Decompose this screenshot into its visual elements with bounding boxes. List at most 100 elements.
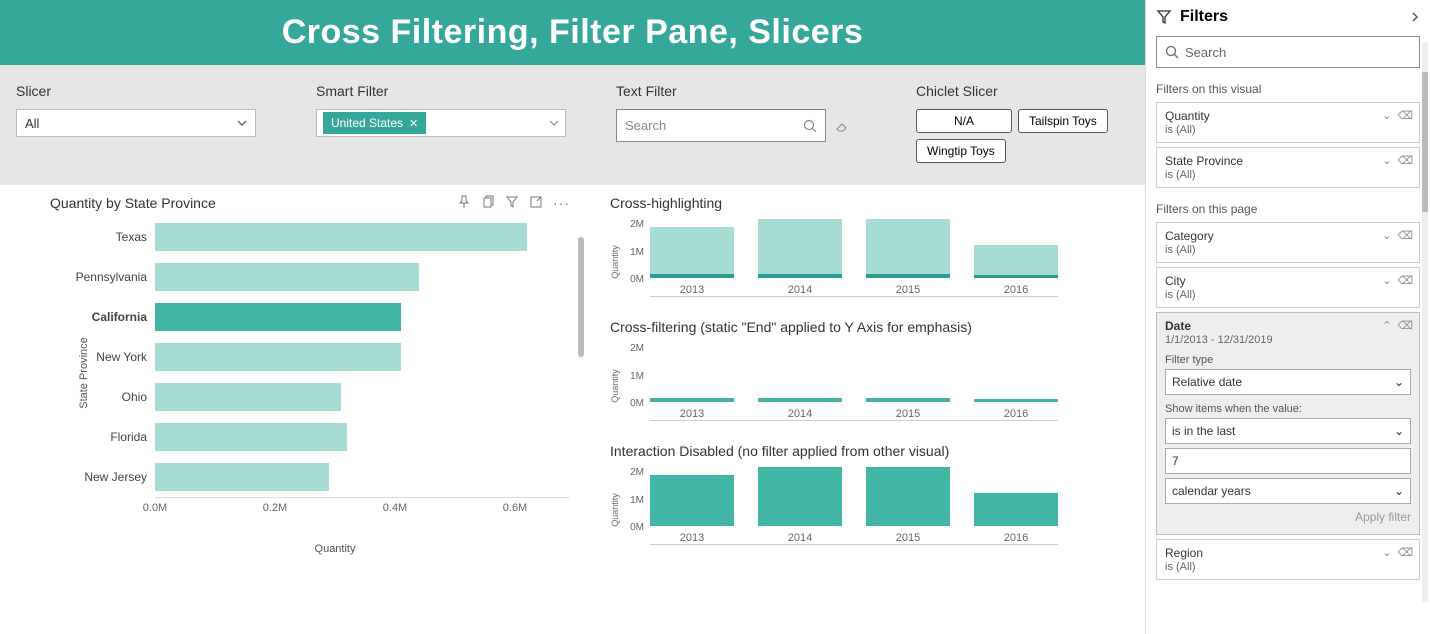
page-title: Cross Filtering, Filter Pane, Slicers [282,13,864,52]
filters-pane: Filters Search Filters on this visual Qu… [1145,0,1430,634]
bar-label: Florida [50,430,155,444]
bar[interactable] [155,303,401,331]
interaction-disabled-chart[interactable]: Interaction Disabled (no filter applied … [610,443,1120,545]
bar-label: 2016 [1004,284,1028,296]
bar-label: New York [50,350,155,364]
remove-tag-icon[interactable]: ✕ [409,117,418,130]
expand-icon[interactable]: ⌄ [1382,109,1391,122]
filter-card-city[interactable]: City is (All) ⌄⌫ [1156,267,1420,308]
pin-icon[interactable] [457,195,471,211]
chiclet-wingtip[interactable]: Wingtip Toys [916,139,1006,163]
chiclet-na[interactable]: N/A [916,109,1012,133]
relative-unit-select[interactable]: calendar years⌄ [1165,478,1411,504]
filter-card-quantity[interactable]: Quantity is (All) ⌄⌫ [1156,102,1420,143]
expand-icon[interactable]: ⌄ [1382,274,1391,287]
bar-label: 2015 [896,532,920,544]
bar-label: 2014 [788,532,812,544]
clear-icon[interactable]: ⌫ [1397,109,1413,122]
chevron-down-icon [237,118,247,128]
cross-highlight-chart[interactable]: Cross-highlighting Quantity2M1M0M2013201… [610,195,1120,297]
bar[interactable] [155,463,329,491]
filter-card-state[interactable]: State Province is (All) ⌄⌫ [1156,147,1420,188]
filters-header: Filters [1156,8,1420,26]
bar[interactable] [974,399,1058,402]
bar-label: New Jersey [50,470,155,484]
clear-icon[interactable]: ⌫ [1397,229,1413,242]
filters-search[interactable]: Search [1156,36,1420,68]
filter-type-select[interactable]: Relative date⌄ [1165,369,1411,395]
bar[interactable] [758,467,842,526]
visual-toolbar: ··· [457,195,570,211]
bar-label: Texas [50,230,155,244]
copy-icon[interactable] [481,195,495,211]
text-filter-label: Text Filter [616,83,916,99]
expand-icon[interactable]: ⌄ [1382,229,1391,242]
y-axis-label: State Province [78,337,90,409]
bar-label: 2014 [788,284,812,296]
chart-scrollbar[interactable] [578,237,584,357]
bar[interactable] [155,343,401,371]
more-icon[interactable]: ··· [553,195,570,211]
text-filter-placeholder: Search [625,118,666,133]
bar[interactable] [974,245,1058,278]
bar[interactable] [155,383,341,411]
cross-filter-chart[interactable]: Cross-filtering (static "End" applied to… [610,319,1120,421]
filters-search-placeholder: Search [1185,45,1226,60]
bar-label: 2016 [1004,408,1028,420]
collapse-icon[interactable]: ⌃ [1382,319,1391,332]
bar-label: California [50,310,155,324]
bar[interactable] [155,423,347,451]
relative-mode-select[interactable]: is in the last⌄ [1165,418,1411,444]
clear-icon[interactable]: ⌫ [1397,274,1413,287]
bar-label: 2014 [788,408,812,420]
focus-icon[interactable] [529,195,543,211]
bar[interactable] [155,223,527,251]
bar[interactable] [866,219,950,278]
expand-icon[interactable]: ⌄ [1382,546,1391,559]
bar[interactable] [650,227,734,278]
collapse-pane-icon[interactable] [1410,11,1420,23]
search-icon [1165,45,1179,59]
bar-label: Ohio [50,390,155,404]
filter-card-category[interactable]: Category is (All) ⌄⌫ [1156,222,1420,263]
expand-icon[interactable]: ⌄ [1382,154,1391,167]
bar[interactable] [650,398,734,402]
bar[interactable] [155,263,419,291]
chiclet-label: Chiclet Slicer [916,83,1126,99]
bar[interactable] [974,493,1058,526]
bar-label: 2013 [680,532,704,544]
filter-icon[interactable] [505,195,519,211]
clear-icon[interactable]: ⌫ [1397,319,1413,332]
apply-filter-button[interactable]: Apply filter [1165,510,1411,524]
slicer-value: All [25,116,39,131]
clear-icon[interactable]: ⌫ [1397,154,1413,167]
bar[interactable] [758,398,842,402]
clear-icon[interactable]: ⌫ [1397,546,1413,559]
pane-scrollbar[interactable] [1422,42,1428,602]
search-icon[interactable] [803,119,817,133]
filters-visual-section: Filters on this visual [1156,82,1420,96]
chiclet-container: N/A Tailspin Toys Wingtip Toys [916,109,1126,163]
bar[interactable] [758,219,842,278]
smart-filter-input[interactable]: United States ✕ [316,109,566,137]
eraser-icon[interactable] [834,117,852,135]
bar-label: 2016 [1004,532,1028,544]
slicer-label: Slicer [16,83,316,99]
smart-filter-label: Smart Filter [316,83,616,99]
main-chart-title: Quantity by State Province [50,195,216,211]
text-filter-input[interactable]: Search [616,109,826,142]
funnel-icon [1156,9,1172,25]
filter-card-date[interactable]: Date 1/1/2013 - 12/31/2019 ⌃⌫ Filter typ… [1156,312,1420,535]
bar[interactable] [650,475,734,526]
chiclet-tailspin[interactable]: Tailspin Toys [1018,109,1108,133]
relative-number-input[interactable] [1165,448,1411,474]
smart-filter-tag[interactable]: United States ✕ [323,112,426,134]
mini-title-3: Interaction Disabled (no filter applied … [610,443,1120,459]
slicer-dropdown[interactable]: All [16,109,256,137]
bar[interactable] [866,398,950,402]
bar[interactable] [866,467,950,526]
filter-card-region[interactable]: Region is (All) ⌄⌫ [1156,539,1420,580]
bar-label: 2013 [680,408,704,420]
mini-title-1: Cross-highlighting [610,195,1120,211]
main-bar-chart[interactable]: Quantity by State Province ··· State Pro… [50,195,570,567]
